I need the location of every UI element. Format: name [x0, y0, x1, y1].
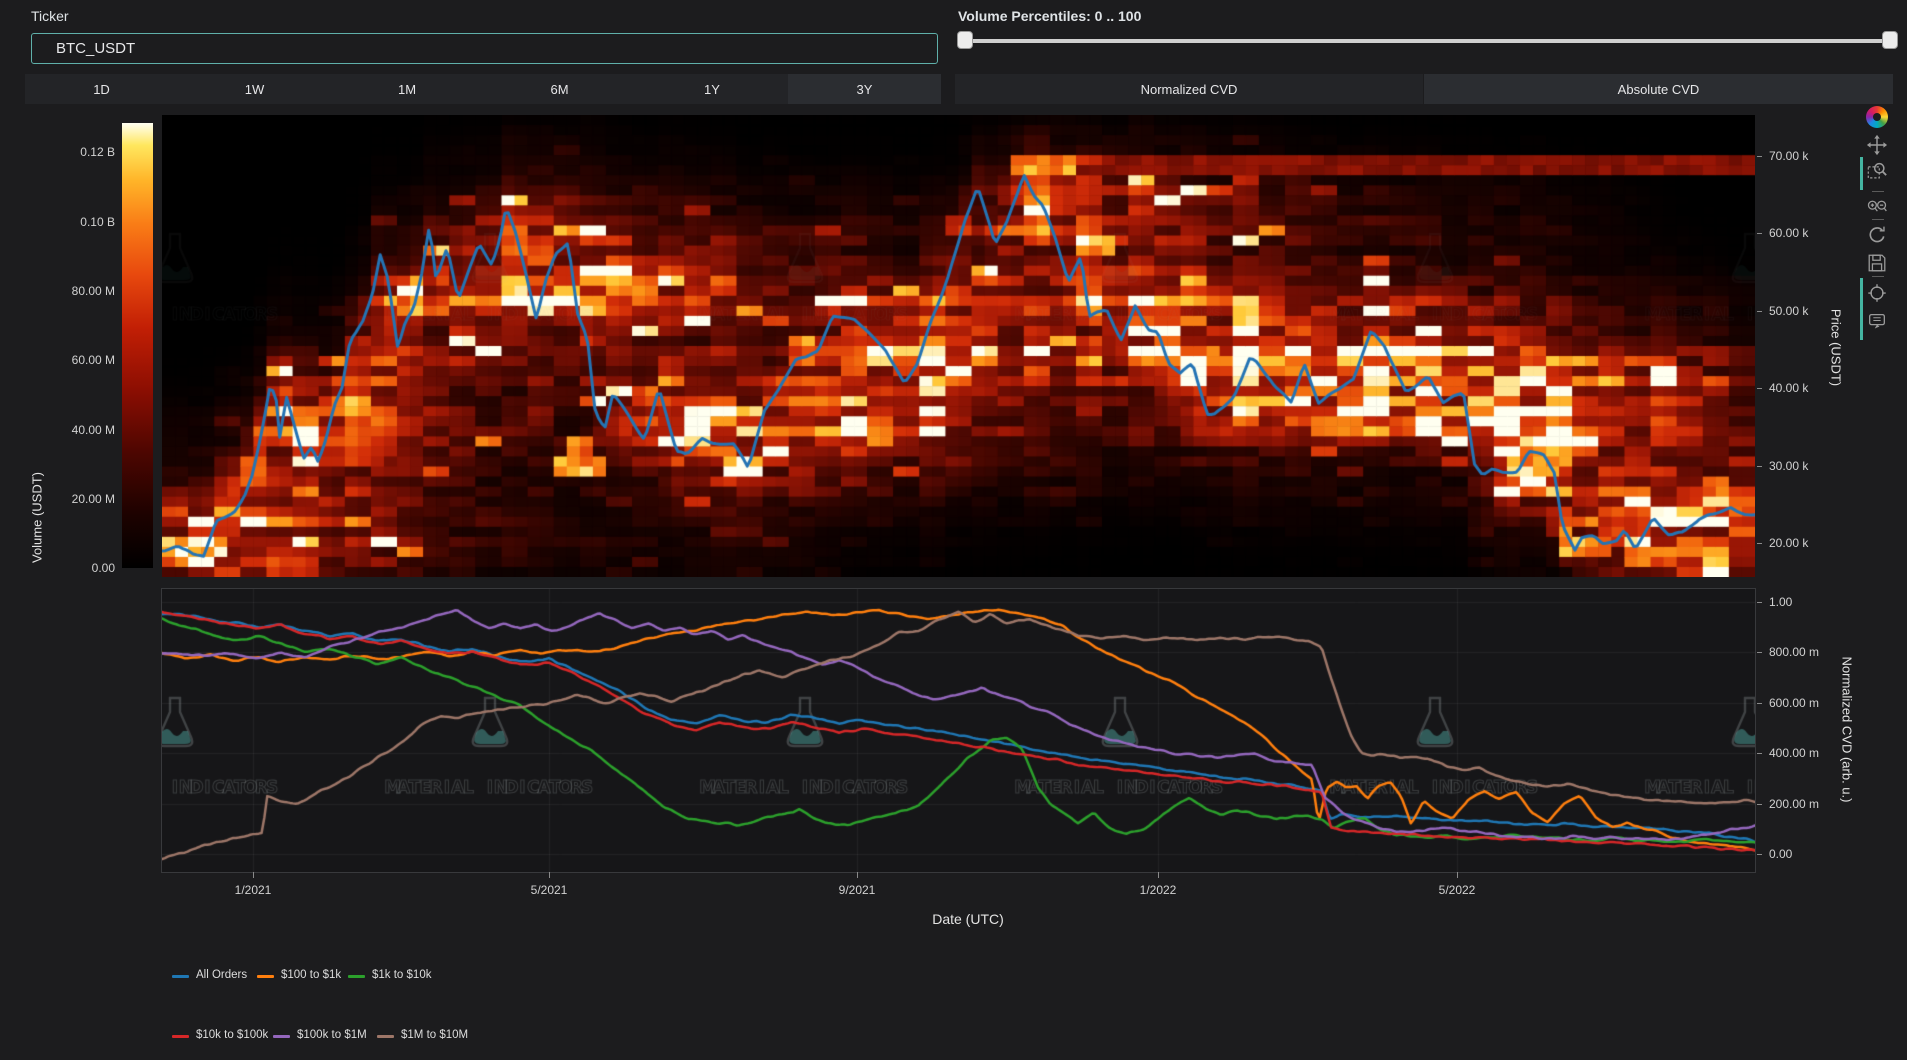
- legend-swatch: [273, 1035, 290, 1038]
- x-tick: 5/2021: [509, 883, 589, 897]
- price-tick: 30.00 k: [1769, 459, 1808, 473]
- legend-swatch: [172, 1035, 189, 1038]
- absolute-cvd-button[interactable]: Absolute CVD: [1424, 74, 1893, 104]
- price-tick: 20.00 k: [1769, 536, 1808, 550]
- normalized-cvd-button[interactable]: Normalized CVD: [955, 74, 1423, 104]
- zoom-in-out-icon[interactable]: [1866, 196, 1888, 218]
- colorbar-tick: 80.00 M: [40, 284, 115, 298]
- legend-label: $10k to $100k: [196, 1029, 268, 1041]
- heatmap-plot-area[interactable]: [162, 115, 1755, 577]
- cvd-tick: 400.00 m: [1769, 746, 1819, 760]
- volume-percentiles-label: Volume Percentiles: 0 .. 100: [958, 8, 1141, 24]
- active-tool-indicator: [1860, 157, 1863, 190]
- range-button-1m[interactable]: 1M: [331, 74, 483, 104]
- legend-label: $100k to $1M: [297, 1029, 367, 1041]
- colorbar-tick: 0.00: [40, 561, 115, 575]
- legend-label: $100 to $1k: [281, 969, 341, 981]
- cvd-tick: 600.00 m: [1769, 696, 1819, 710]
- legend-swatch: [348, 975, 365, 978]
- cvd-tick: 1.00: [1769, 595, 1792, 609]
- legend-label: $1M to $10M: [401, 1029, 468, 1041]
- cvd-axis-title: Normalized CVD (arb. u.): [1840, 620, 1855, 840]
- volume-axis-title: Volume (USDT): [30, 408, 45, 628]
- x-tick: 9/2021: [817, 883, 897, 897]
- range-button-3y[interactable]: 3Y: [788, 74, 941, 104]
- pan-icon[interactable]: [1866, 134, 1888, 156]
- price-tick: 60.00 k: [1769, 226, 1808, 240]
- range-button-1w[interactable]: 1W: [178, 74, 331, 104]
- price-tick: 40.00 k: [1769, 381, 1808, 395]
- x-axis-title: Date (UTC): [858, 911, 1078, 927]
- range-button-1d[interactable]: 1D: [25, 74, 178, 104]
- price-axis-title: Price (USDT): [1829, 238, 1844, 458]
- cvd-tick: 0.00: [1769, 847, 1792, 861]
- legend-swatch: [172, 975, 189, 978]
- range-button-6m[interactable]: 6M: [483, 74, 636, 104]
- reset-axes-icon[interactable]: [1866, 224, 1888, 246]
- colorbar-tick: 0.12 B: [40, 145, 115, 159]
- active-toggles-indicator: [1860, 278, 1863, 340]
- legend-swatch: [377, 1035, 394, 1038]
- spikelines-icon[interactable]: [1866, 282, 1888, 304]
- x-tick: 5/2022: [1417, 883, 1497, 897]
- price-tick: 70.00 k: [1769, 149, 1808, 163]
- cvd-lines-canvas[interactable]: [162, 589, 1755, 872]
- x-tick: 1/2021: [213, 883, 293, 897]
- ticker-label: Ticker: [31, 8, 69, 24]
- hover-tooltip-icon[interactable]: [1866, 310, 1888, 332]
- legend-label: $1k to $10k: [372, 969, 431, 981]
- cvd-plot-area[interactable]: [161, 588, 1756, 873]
- ticker-input[interactable]: [31, 33, 938, 64]
- cvd-tick: 200.00 m: [1769, 797, 1819, 811]
- cvd-tick: 800.00 m: [1769, 645, 1819, 659]
- box-zoom-icon[interactable]: [1866, 160, 1888, 182]
- colorbar-tick: 40.00 M: [40, 423, 115, 437]
- slider-handle-high[interactable]: [1882, 31, 1898, 49]
- price-tick: 50.00 k: [1769, 304, 1808, 318]
- colorbar-tick: 0.10 B: [40, 215, 115, 229]
- firecharts-app: Ticker Volume Percentiles: 0 .. 100 1D 1…: [0, 0, 1907, 1060]
- volume-percentiles-slider[interactable]: [965, 39, 1890, 43]
- plotly-logo-icon[interactable]: [1866, 106, 1888, 128]
- colorbar-tick: 60.00 M: [40, 353, 115, 367]
- save-icon[interactable]: [1866, 252, 1888, 274]
- volume-colorbar: [122, 123, 153, 568]
- volume-heatmap-canvas[interactable]: [162, 115, 1755, 577]
- x-tick: 1/2022: [1118, 883, 1198, 897]
- range-button-1y[interactable]: 1Y: [636, 74, 788, 104]
- colorbar-tick: 20.00 M: [40, 492, 115, 506]
- legend-swatch: [257, 975, 274, 978]
- legend-label: All Orders: [196, 969, 247, 981]
- slider-handle-low[interactable]: [957, 31, 973, 49]
